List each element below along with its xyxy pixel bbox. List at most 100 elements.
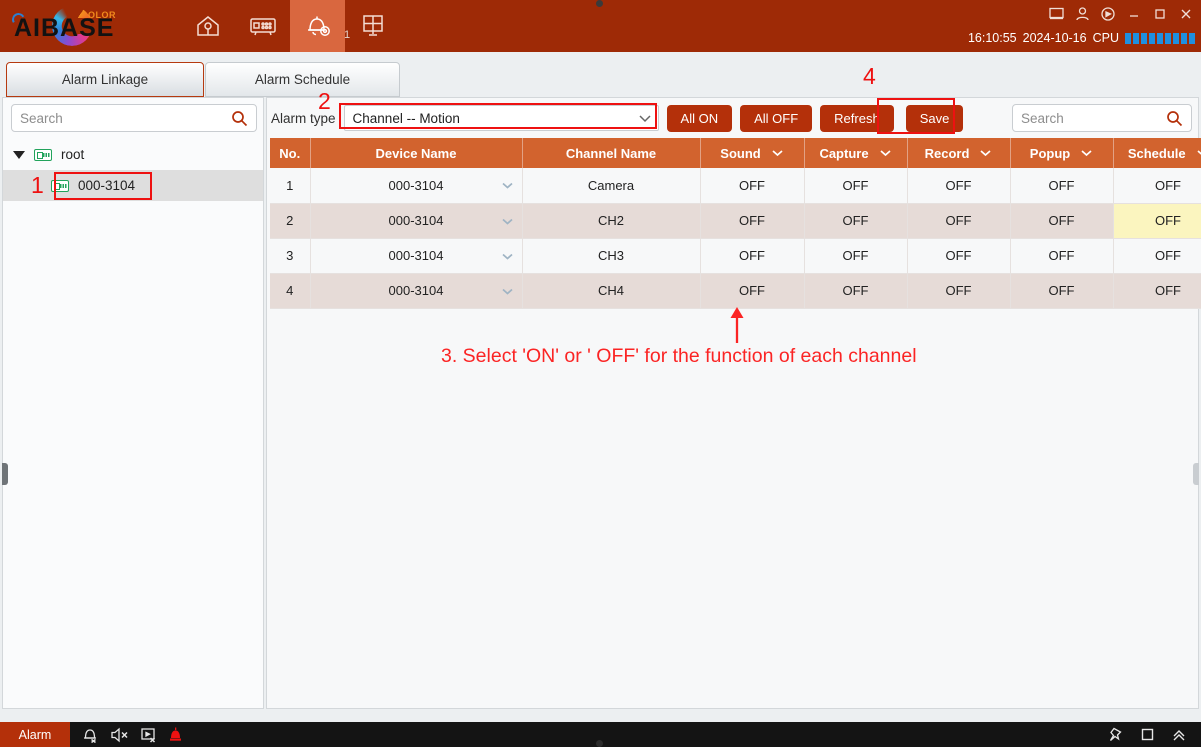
- cell-value: OFF: [739, 248, 765, 263]
- chevron-down-icon[interactable]: [1196, 149, 1201, 157]
- all-off-button[interactable]: All OFF: [740, 104, 813, 132]
- nav-device[interactable]: [235, 0, 290, 52]
- table-row[interactable]: 4 000-3104 CH4 OFF OFF OFF OFF OFF: [270, 273, 1201, 309]
- refresh-button[interactable]: Refresh: [820, 104, 894, 132]
- alarm-type-select[interactable]: Channel -- Motion: [343, 105, 659, 131]
- tree-search-input[interactable]: [12, 110, 217, 126]
- cell-schedule[interactable]: OFF: [1113, 273, 1201, 309]
- nav-layout[interactable]: [345, 0, 400, 52]
- chevron-down-icon[interactable]: [879, 149, 892, 157]
- tree-search-box[interactable]: [11, 104, 257, 132]
- annotation-text-3: 3. Select 'ON' or ' OFF' for the functio…: [441, 345, 917, 367]
- table-search-input[interactable]: [1013, 110, 1153, 126]
- search-icon[interactable]: [1166, 110, 1183, 127]
- cell-capture[interactable]: OFF: [804, 273, 908, 309]
- cell-channel[interactable]: CH2: [522, 203, 701, 239]
- minimize-button[interactable]: [1127, 7, 1141, 21]
- all-on-button[interactable]: All ON: [666, 104, 733, 132]
- alarm-light-icon[interactable]: [168, 727, 183, 743]
- table-search-box[interactable]: [1012, 104, 1192, 132]
- nav-badge: 1: [344, 29, 351, 41]
- cell-record[interactable]: OFF: [907, 238, 1011, 274]
- column-header-label: Record: [924, 145, 970, 161]
- cell-popup[interactable]: OFF: [1010, 203, 1114, 239]
- status-date: 2024-10-16: [1022, 31, 1087, 45]
- table-row[interactable]: 3 000-3104 CH3 OFF OFF OFF OFF OFF: [270, 238, 1201, 274]
- screen-icon[interactable]: [1049, 7, 1064, 21]
- table-row[interactable]: 1 000-3104 Camera OFF OFF OFF OFF OFF: [270, 168, 1201, 204]
- cell-capture[interactable]: OFF: [804, 168, 908, 204]
- chevron-down-icon[interactable]: [501, 283, 514, 298]
- cell-sound[interactable]: OFF: [700, 168, 805, 204]
- right-panel-collapse-handle[interactable]: [1193, 463, 1199, 485]
- cell-popup[interactable]: OFF: [1010, 238, 1114, 274]
- alarm-mute-icon[interactable]: [82, 727, 99, 743]
- close-button[interactable]: [1179, 7, 1193, 21]
- chevron-down-icon[interactable]: [501, 248, 514, 263]
- alarm-settings-icon: [307, 16, 330, 36]
- column-header-capture[interactable]: Capture: [804, 138, 908, 168]
- cell-value: OFF: [739, 283, 765, 298]
- tree-node-label: root: [61, 147, 85, 162]
- cell-record[interactable]: OFF: [907, 273, 1011, 309]
- cell-value: OFF: [842, 177, 869, 193]
- cell-channel[interactable]: CH4: [522, 273, 701, 309]
- square-icon[interactable]: [1140, 727, 1155, 742]
- pin-icon[interactable]: [1108, 727, 1124, 743]
- left-panel-collapse-handle[interactable]: [2, 463, 8, 485]
- column-header-sound[interactable]: Sound: [700, 138, 805, 168]
- cell-schedule[interactable]: OFF: [1113, 238, 1201, 274]
- cell-device[interactable]: 000-3104: [310, 203, 523, 239]
- column-header-schedule[interactable]: Schedule: [1113, 138, 1201, 168]
- chevron-down-icon[interactable]: [979, 149, 992, 157]
- caret-down-icon[interactable]: [13, 150, 25, 159]
- tree-node-label: 000-3104: [78, 178, 136, 193]
- cell-schedule[interactable]: OFF: [1113, 203, 1201, 239]
- cell-value: OFF: [945, 283, 972, 298]
- cell-popup[interactable]: OFF: [1010, 273, 1114, 309]
- cell-device[interactable]: 000-3104: [310, 238, 523, 274]
- cell-capture[interactable]: OFF: [804, 203, 908, 239]
- cell-channel[interactable]: Camera: [522, 168, 701, 204]
- device-icon: [51, 179, 69, 192]
- cell-value: Camera: [587, 177, 635, 193]
- alarm-button[interactable]: Alarm: [0, 722, 70, 747]
- tab-alarm-linkage[interactable]: Alarm Linkage: [6, 62, 204, 97]
- cell-value: OFF: [739, 177, 765, 193]
- cell-sound[interactable]: OFF: [700, 203, 805, 239]
- chevron-down-icon[interactable]: [501, 213, 514, 228]
- cell-device[interactable]: 000-3104: [310, 168, 523, 204]
- chevron-down-icon[interactable]: [1080, 149, 1093, 157]
- chevron-down-icon[interactable]: [501, 178, 514, 193]
- cell-device[interactable]: 000-3104: [310, 273, 523, 309]
- toolbar: Alarm type Channel -- Motion All ON All …: [267, 98, 1200, 138]
- cell-schedule[interactable]: OFF: [1113, 168, 1201, 204]
- cell-sound[interactable]: OFF: [700, 273, 805, 309]
- cell-value: CH4: [597, 283, 624, 298]
- cell-popup[interactable]: OFF: [1010, 168, 1114, 204]
- cell-channel[interactable]: CH3: [522, 238, 701, 274]
- nav-alarm-settings[interactable]: [290, 0, 345, 52]
- chevron-up-icon[interactable]: [1171, 727, 1187, 743]
- tab-alarm-schedule[interactable]: Alarm Schedule: [205, 62, 400, 97]
- tree-node-root[interactable]: root: [3, 139, 263, 170]
- user-icon[interactable]: [1076, 7, 1089, 21]
- column-header-popup[interactable]: Popup: [1010, 138, 1114, 168]
- chevron-down-icon[interactable]: [771, 149, 784, 157]
- cell-value: OFF: [1048, 213, 1075, 228]
- cell-no: 1: [270, 168, 311, 204]
- nav-home[interactable]: [180, 0, 235, 52]
- cell-record[interactable]: OFF: [907, 203, 1011, 239]
- help-icon[interactable]: [1101, 7, 1115, 21]
- table-row[interactable]: 2 000-3104 CH2 OFF OFF OFF OFF OFF: [270, 203, 1201, 239]
- speaker-mute-icon[interactable]: [110, 727, 129, 743]
- search-icon[interactable]: [231, 110, 248, 127]
- cell-capture[interactable]: OFF: [804, 238, 908, 274]
- chevron-down-icon[interactable]: [638, 111, 652, 126]
- save-button[interactable]: Save: [905, 104, 964, 132]
- cell-sound[interactable]: OFF: [700, 238, 805, 274]
- column-header-record[interactable]: Record: [907, 138, 1011, 168]
- cell-record[interactable]: OFF: [907, 168, 1011, 204]
- screen-off-icon[interactable]: [140, 727, 157, 743]
- maximize-button[interactable]: [1153, 7, 1167, 21]
